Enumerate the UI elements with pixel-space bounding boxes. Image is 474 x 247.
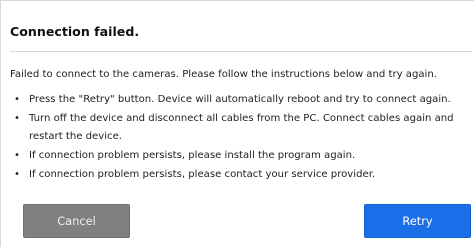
list-item: • If connection problem persists, please…: [14, 166, 469, 185]
bullet-icon: •: [14, 94, 20, 105]
instruction-text: If connection problem persists, please i…: [29, 150, 356, 162]
title-divider: [10, 51, 472, 52]
cancel-button[interactable]: Cancel: [23, 204, 130, 238]
instructions-list: • Press the "Retry" button. Device will …: [14, 91, 469, 185]
dialog-title: Connection failed.: [10, 24, 140, 39]
bullet-icon: •: [14, 150, 20, 162]
retry-button[interactable]: Retry: [364, 204, 471, 238]
instruction-text: Press the "Retry" button. Device will au…: [29, 94, 451, 105]
bullet-icon: •: [14, 112, 20, 124]
list-item: • If connection problem persists, please…: [14, 147, 469, 166]
connection-failed-dialog: Connection failed. Failed to connect to …: [0, 0, 474, 247]
dialog-intro-text: Failed to connect to the cameras. Please…: [10, 69, 437, 80]
list-item: • Turn off the device and disconnect all…: [14, 110, 469, 147]
bullet-icon: •: [14, 168, 20, 180]
instruction-text: If connection problem persists, please c…: [29, 168, 376, 180]
list-item: • Press the "Retry" button. Device will …: [14, 91, 469, 110]
instruction-text: Turn off the device and disconnect all c…: [29, 112, 454, 143]
